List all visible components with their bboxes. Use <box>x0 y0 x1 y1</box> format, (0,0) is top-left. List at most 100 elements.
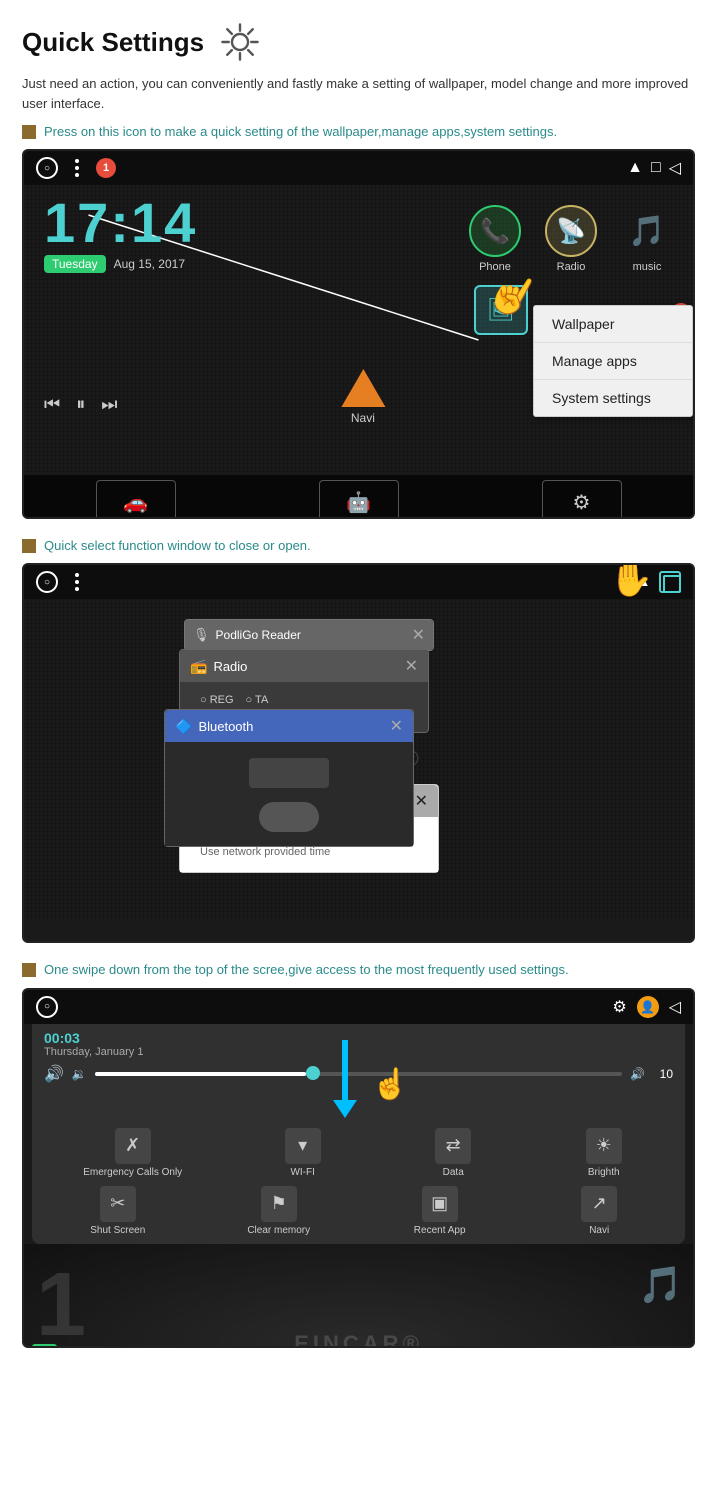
recentapp-icon: ▣ <box>422 1186 458 1222</box>
blue-arrow-line <box>342 1040 348 1100</box>
qs-emergency-toggle[interactable]: ✗ Emergency Calls Only <box>83 1128 182 1178</box>
dock-settings[interactable]: ⚙ <box>542 480 622 519</box>
bullet-text-3: One swipe down from the top of the scree… <box>44 961 569 979</box>
settings-close-button[interactable]: ✕ <box>415 791 428 811</box>
screen2-body: EINCAR® 🎙 PodliGo Reader ✕ <box>24 599 693 919</box>
bluetooth-close-button[interactable]: ✕ <box>390 716 403 736</box>
volume-slider[interactable] <box>95 1072 622 1076</box>
recent-apps-button[interactable] <box>659 571 681 593</box>
radio-titlebar: 📻 Radio ✕ <box>180 650 428 682</box>
day-badge: Tuesday <box>44 255 106 273</box>
dots-menu-button-2[interactable] <box>66 571 88 593</box>
context-manage-apps[interactable]: Manage apps <box>534 343 692 380</box>
recentapp-label: Recent App <box>414 1225 466 1236</box>
brightness-icon: ☀ <box>586 1128 622 1164</box>
back-icon: ◁ <box>669 158 681 178</box>
context-wallpaper[interactable]: Wallpaper <box>534 306 692 343</box>
clearmem-icon: ⚑ <box>261 1186 297 1222</box>
bullet-text-1: Press on this icon to make a quick setti… <box>44 123 557 141</box>
bullet-square-2 <box>22 539 36 553</box>
screen1-body: 17:14 Tuesday Aug 15, 2017 📞 Phone 📡 <box>24 185 693 475</box>
podcasts-close[interactable]: ✕ <box>412 625 425 645</box>
bluetooth-window: 🔷 Bluetooth ✕ <box>164 709 414 847</box>
status-left-2: ○ <box>36 571 88 593</box>
bullet-item-1: Press on this icon to make a quick setti… <box>22 123 695 141</box>
page-title: Quick Settings <box>22 27 204 58</box>
music-note-s3: 🎵 <box>638 1264 683 1306</box>
blue-arrow-head <box>333 1100 357 1118</box>
circle-button-3[interactable]: ○ <box>36 996 58 1018</box>
emergency-label: Emergency Calls Only <box>83 1167 182 1178</box>
shutscreen-label: Shut Screen <box>90 1225 145 1236</box>
dots-menu-button[interactable] <box>66 157 88 179</box>
qs-recentapp-toggle[interactable]: ▣ Recent App <box>410 1186 470 1236</box>
bullet-text-2: Quick select function window to close or… <box>44 537 311 555</box>
clock-time: 17:14 <box>44 195 197 251</box>
bullet-item-3: One swipe down from the top of the scree… <box>22 961 695 979</box>
music-icon: 🎵 <box>621 205 673 257</box>
data-label: Data <box>443 1167 464 1178</box>
settings-auto-date-sub: Use network provided time <box>190 846 428 864</box>
phone-icon: 📞 <box>469 205 521 257</box>
circle-button[interactable]: ○ <box>36 157 58 179</box>
app-icon-radio[interactable]: 📡 Radio <box>545 205 597 273</box>
qs-navi-toggle[interactable]: ↗ Navi <box>569 1186 629 1236</box>
shutscreen-icon: ✂ <box>100 1186 136 1222</box>
radio-options: ○ REG ○ TA <box>190 690 418 710</box>
status-right-3: ⚙ 👤 ◁ <box>612 996 681 1018</box>
bullet-item-2: Quick select function window to close or… <box>22 537 695 555</box>
dot-3 <box>75 173 79 177</box>
wifi-label: WI-FI <box>290 1167 314 1178</box>
context-menu: Wallpaper Manage apps System settings <box>533 305 693 417</box>
podcasts-icon: 🎙 <box>193 627 210 643</box>
back-icon-3: ◁ <box>669 997 681 1017</box>
home-icon: □ <box>651 159 661 177</box>
navi-label: Navi <box>351 411 375 425</box>
finger-pointer-2: 🤚 <box>608 563 653 596</box>
navi-area: Navi <box>341 369 385 425</box>
dock-android[interactable]: 🤖 <box>319 480 399 519</box>
dot-1 <box>75 159 79 163</box>
bottom-dock-1: 🚗 🤖 ⚙ <box>24 475 693 519</box>
navi-toggle-label: Navi <box>589 1225 609 1236</box>
qs-wifi-toggle[interactable]: ▾ WI-FI <box>273 1128 333 1178</box>
radio-close-button[interactable]: ✕ <box>405 656 418 676</box>
qs-data-toggle[interactable]: ⇄ Data <box>423 1128 483 1178</box>
emergency-icon: ✗ <box>115 1128 151 1164</box>
radio-label: Radio <box>557 261 586 273</box>
prev-button[interactable]: ⏮ <box>44 394 60 415</box>
gear-icon <box>216 18 264 66</box>
qs-clearmem-toggle[interactable]: ⚑ Clear memory <box>247 1186 310 1236</box>
app-icon-music[interactable]: 🎵 music <box>621 205 673 273</box>
statusbar-1: ○ 1 ▲ □ ◁ <box>24 151 693 185</box>
bullet-square-3 <box>22 963 36 977</box>
bt-search-area <box>175 750 403 796</box>
podcasts-window: 🎙 PodliGo Reader ✕ <box>184 619 434 651</box>
quick-settings-panel: 00:03 Thursday, January 1 🔊 🔉 🔊 10 <box>32 1024 685 1244</box>
music-label: music <box>633 261 662 273</box>
screen3-number: 1 <box>36 1254 86 1348</box>
qs-volume-row: 🔊 🔉 🔊 10 <box>32 1060 685 1090</box>
bt-device-item <box>259 802 319 832</box>
qs-shutscreen-toggle[interactable]: ✂ Shut Screen <box>88 1186 148 1236</box>
circle-button-2[interactable]: ○ <box>36 571 58 593</box>
app-icon-phone[interactable]: 📞 Phone <box>469 205 521 273</box>
radio-icon: 📡 <box>545 205 597 257</box>
header-row: Quick Settings <box>22 18 695 66</box>
next-button[interactable]: ⏭ <box>101 394 117 415</box>
radio-opt-reg: ○ REG <box>200 694 234 706</box>
play-pause-button[interactable]: ⏸ <box>76 394 85 415</box>
qs-date: Thursday, January 1 <box>44 1046 673 1058</box>
wifi-icon: ▾ <box>285 1128 321 1164</box>
dock-car[interactable]: 🚗 <box>96 480 176 519</box>
media-controls: ⏮ ⏸ ⏭ <box>44 394 117 415</box>
screen-mockup-2: ○ ▲ 🤚 EINCAR® <box>22 563 695 943</box>
context-system-settings[interactable]: System settings <box>534 380 692 416</box>
volume-fill <box>95 1072 306 1076</box>
gear-status-icon: ⚙ <box>612 997 626 1017</box>
status-right-1: ▲ □ ◁ <box>627 158 681 178</box>
bt-search-bar <box>249 758 329 788</box>
qs-brightness-toggle[interactable]: ☀ Brighth <box>574 1128 634 1178</box>
qs-toggles-row1: ✗ Emergency Calls Only ▾ WI-FI ⇄ Data ☀ … <box>32 1120 685 1182</box>
statusbar-3: ○ ⚙ 👤 ◁ <box>24 990 693 1024</box>
